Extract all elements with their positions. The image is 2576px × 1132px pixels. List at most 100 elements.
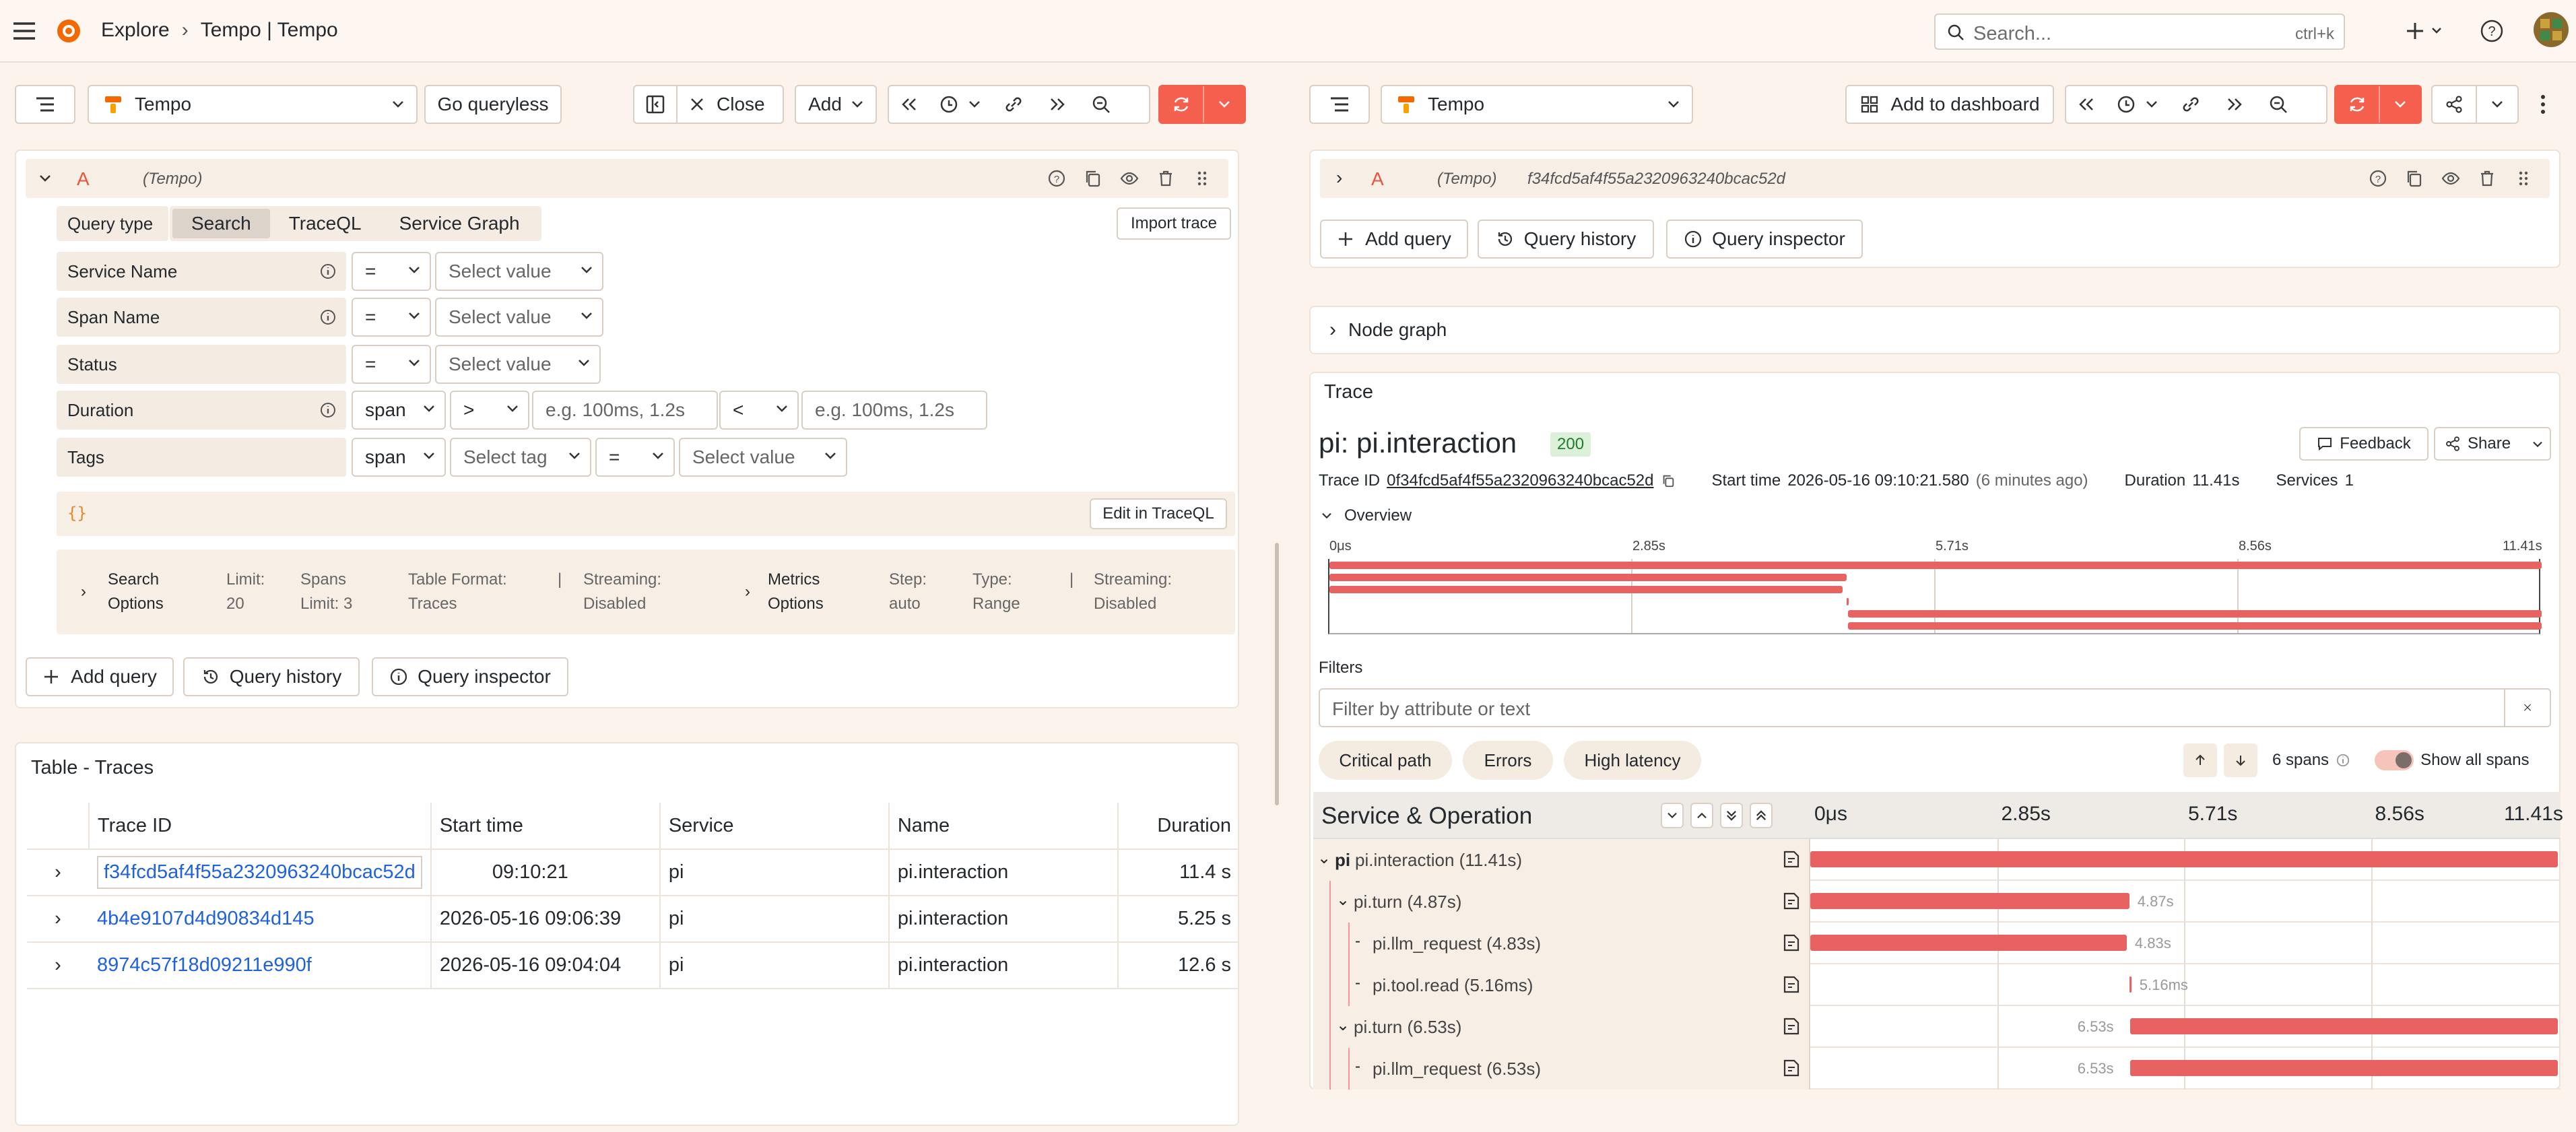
query-inspector-button[interactable]: Query inspector [1666,220,1863,259]
span-row[interactable]: ⌄ pi.turn (6.53s) 6.53s [1313,1006,2561,1048]
status-value-select[interactable]: Select value [435,345,601,384]
chevron-right-icon[interactable]: › [745,580,750,604]
zoom-out-icon[interactable] [1078,94,1125,114]
tab-search[interactable]: Search [172,209,270,238]
refresh-icon[interactable] [1160,86,1204,123]
trace-id-link[interactable]: 4b4e9107d4d90834d145 [97,908,315,929]
status-operator[interactable]: = [352,345,431,384]
link-icon[interactable] [2167,94,2214,114]
link-icon[interactable] [990,94,1037,114]
tab-service-graph[interactable]: Service Graph [381,209,539,238]
add-query-button[interactable]: Add query [1320,220,1468,259]
chevron-right-icon[interactable]: › [81,580,86,604]
span-name-cell[interactable]: ⌄ pi.turn (4.87s) [1313,881,1810,923]
add-to-dashboard-button[interactable]: Add to dashboard [1845,85,2054,124]
column-header-trace-id[interactable]: Trace ID [89,803,432,850]
close-button[interactable]: Close [678,94,765,115]
service-name-value-select[interactable]: Select value [435,252,603,291]
pane-splitter[interactable] [1275,543,1279,805]
span-logs-icon[interactable] [1782,1017,1802,1036]
share-icon[interactable] [2433,86,2477,123]
span-name-cell[interactable]: ⌄ pi pi.interaction (11.41s) [1313,839,1810,881]
service-name-operator[interactable]: = [352,252,431,291]
chevron-right-icon[interactable]: › [1336,167,1342,189]
tags-scope-select[interactable]: span [352,438,446,477]
run-query-button[interactable] [1158,85,1246,124]
refresh-icon[interactable] [2336,86,2380,123]
shift-back-icon[interactable] [889,97,929,112]
show-all-spans-toggle[interactable] [2375,750,2414,770]
span-logs-icon[interactable] [1782,975,1802,994]
span-row[interactable]: ⌄ pi pi.interaction (11.41s) [1313,839,2561,881]
avatar[interactable] [2534,12,2569,47]
expand-row-icon[interactable]: › [27,849,89,896]
help-icon[interactable]: ? [2478,18,2505,44]
errors-chip[interactable]: Errors [1463,741,1553,780]
span-logs-icon[interactable] [1782,850,1802,869]
span-row[interactable]: - pi.llm_request (4.83s) 4.83s [1313,923,2561,964]
go-queryless-button[interactable]: Go queryless [424,85,562,124]
span-logs-icon[interactable] [1782,892,1802,910]
copy-icon[interactable] [1661,473,1676,488]
time-picker-icon[interactable] [929,94,990,114]
span-name-value-select[interactable]: Select value [435,298,603,337]
content-outline-button[interactable] [15,85,75,124]
chevron-down-icon[interactable] [2477,100,2517,109]
span-row[interactable]: - pi.tool.read (5.16ms) 5.16ms [1313,964,2561,1006]
span-name-cell[interactable]: ⌄ pi.turn (6.53s) [1313,1006,1810,1048]
collapse-all-icon[interactable] [1720,803,1743,828]
span-name-operator[interactable]: = [352,298,431,337]
edit-in-traceql-button[interactable]: Edit in TraceQL [1090,498,1227,529]
duplicate-icon[interactable] [2404,168,2424,189]
column-header-duration[interactable]: Duration [1117,803,1239,850]
expand-one-icon[interactable] [1690,803,1713,828]
span-bar[interactable] [1810,935,2127,951]
trace-minimap[interactable]: 0μs 2.85s 5.71s 8.56s 11.41s [1328,539,2542,638]
shift-forward-icon[interactable] [1037,97,1078,112]
next-match-icon[interactable] [2224,743,2257,777]
grafana-logo-icon[interactable] [54,16,84,46]
tag-operator[interactable]: = [595,438,675,477]
add-dropdown-button[interactable]: Add [795,85,877,124]
duration-max-input[interactable]: e.g. 100ms, 1.2s [801,391,987,430]
trace-id-link[interactable]: f34fcd5af4f55a2320963240bcac52d [97,856,422,889]
run-query-button[interactable] [2334,85,2422,124]
chevron-down-icon[interactable]: ⌄ [1336,890,1350,910]
import-trace-button[interactable]: Import trace [1117,207,1231,240]
datasource-picker[interactable]: Tempo [1381,85,1693,124]
span-name-cell[interactable]: - pi.tool.read (5.16ms) [1313,964,1810,1006]
duration-max-operator[interactable]: < [719,391,799,430]
add-query-button[interactable]: Add query [26,657,174,696]
span-row[interactable]: ⌄ pi.turn (4.87s) 4.87s [1313,881,2561,923]
column-header-service[interactable]: Service [659,803,890,850]
search-options-toggle[interactable]: Search Options [108,568,164,616]
chevron-down-icon[interactable]: ⌄ [1336,1016,1350,1035]
breadcrumb-explore[interactable]: Explore [101,19,170,42]
span-row[interactable]: - pi.llm_request (6.53s) 6.53s [1313,1048,2561,1090]
chevron-down-icon[interactable] [39,174,51,183]
expand-row-icon[interactable]: › [27,942,89,989]
duration-scope-select[interactable]: span [352,391,446,430]
duration-min-operator[interactable]: > [450,391,529,430]
span-name-cell[interactable]: - pi.llm_request (4.83s) [1313,923,1810,964]
tab-traceql[interactable]: TraceQL [270,209,381,238]
drag-handle-icon[interactable] [1192,168,1212,189]
metrics-options-toggle[interactable]: Metrics Options [768,568,824,616]
span-bar[interactable] [1810,851,2558,867]
span-bar[interactable] [2129,976,2132,993]
chevron-down-icon[interactable]: ⌄ [1317,848,1331,868]
span-bar[interactable] [2129,1060,2558,1076]
search-input[interactable]: Search... ctrl+k [1934,13,2345,50]
expand-row-icon[interactable]: › [27,896,89,943]
chevron-down-icon[interactable] [1204,100,1245,109]
feedback-button[interactable]: Feedback [2299,427,2429,461]
menu-icon[interactable] [9,16,39,46]
trace-id-value[interactable]: 0f34fcd5af4f55a2320963240bcac52d [1387,471,1653,490]
overview-toggle[interactable]: Overview [1321,506,1412,525]
query-letter[interactable]: A [1371,168,1384,190]
query-history-button[interactable]: Query history [183,657,360,696]
collapse-one-icon[interactable] [1661,803,1684,828]
eye-icon[interactable] [2441,168,2461,189]
query-letter[interactable]: A [77,168,90,190]
split-pane-icon[interactable] [634,86,678,123]
